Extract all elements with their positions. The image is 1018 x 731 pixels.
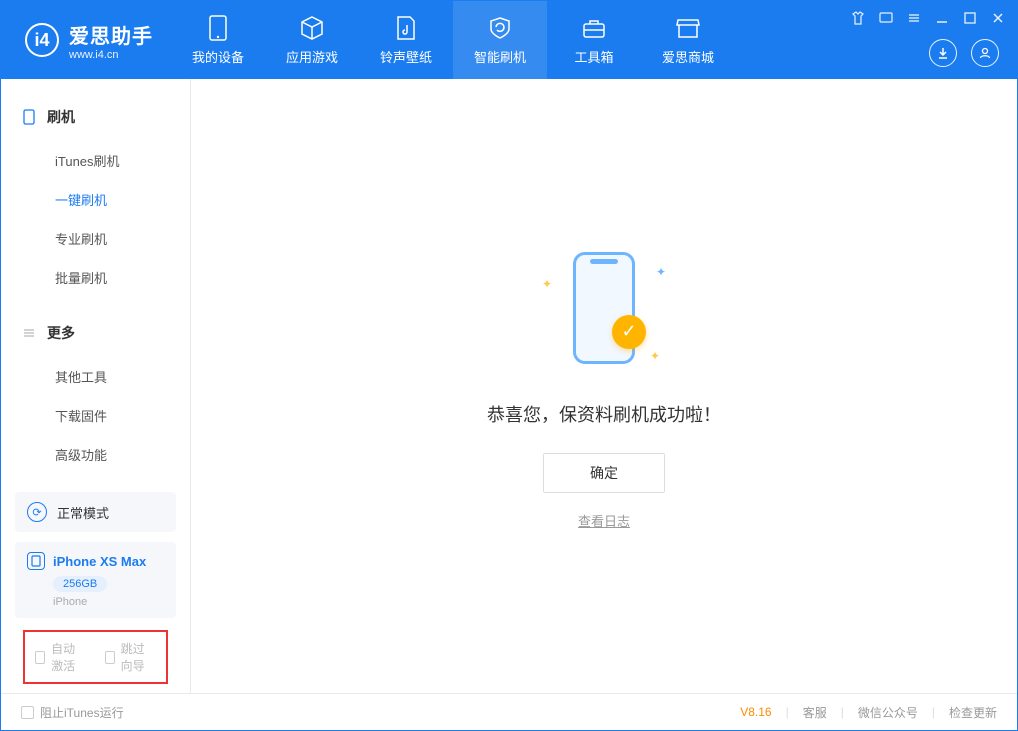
close-button[interactable] bbox=[989, 9, 1007, 27]
device-phone-icon bbox=[27, 552, 45, 570]
sidebar-item-advanced[interactable]: 高级功能 bbox=[1, 435, 190, 474]
footer-link-support[interactable]: 客服 bbox=[803, 704, 827, 721]
toolbox-icon bbox=[581, 15, 607, 41]
store-icon bbox=[675, 15, 701, 41]
sidebar-group-flash: 刷机 bbox=[1, 99, 190, 135]
success-message: 恭喜您，保资料刷机成功啦！ bbox=[487, 401, 721, 427]
separator: | bbox=[841, 705, 844, 719]
sidebar-item-oneclick-flash[interactable]: 一键刷机 bbox=[1, 180, 190, 219]
highlighted-checkbox-row: 自动激活 跳过向导 bbox=[23, 630, 168, 684]
header-action-icons bbox=[929, 39, 999, 67]
nav-label: 智能刷机 bbox=[474, 47, 526, 66]
footer-link-update[interactable]: 检查更新 bbox=[949, 704, 997, 721]
sidebar-item-itunes-flash[interactable]: iTunes刷机 bbox=[1, 141, 190, 180]
sidebar-item-pro-flash[interactable]: 专业刷机 bbox=[1, 219, 190, 258]
user-icon[interactable] bbox=[971, 39, 999, 67]
checkbox-label: 跳过向导 bbox=[121, 640, 156, 674]
nav-label: 我的设备 bbox=[192, 47, 244, 66]
checkbox-auto-activate[interactable]: 自动激活 bbox=[35, 640, 87, 674]
nav-toolbox[interactable]: 工具箱 bbox=[547, 1, 641, 79]
mode-icon: ⟳ bbox=[27, 502, 47, 522]
success-illustration: ✦✦✦ ✓ bbox=[534, 243, 674, 373]
nav-label: 铃声壁纸 bbox=[380, 47, 432, 66]
nav-store[interactable]: 爱思商城 bbox=[641, 1, 735, 79]
window-controls bbox=[849, 9, 1007, 27]
nav-smart-flash[interactable]: 智能刷机 bbox=[453, 1, 547, 79]
nav-label: 应用游戏 bbox=[286, 47, 338, 66]
sidebar: 刷机 iTunes刷机 一键刷机 专业刷机 批量刷机 更多 其他工具 下载固件 … bbox=[1, 79, 191, 693]
menu-icon[interactable] bbox=[905, 9, 923, 27]
app-name-cn: 爱思助手 bbox=[69, 20, 153, 49]
footer-link-wechat[interactable]: 微信公众号 bbox=[858, 704, 918, 721]
nav-label: 工具箱 bbox=[574, 47, 613, 66]
shirt-icon[interactable] bbox=[849, 9, 867, 27]
checkbox-box bbox=[35, 651, 45, 664]
checkbox-label: 自动激活 bbox=[51, 640, 86, 674]
list-icon bbox=[21, 325, 37, 341]
download-icon[interactable] bbox=[929, 39, 957, 67]
group-title-label: 刷机 bbox=[47, 107, 75, 127]
view-log-link[interactable]: 查看日志 bbox=[578, 511, 630, 530]
checkbox-block-itunes[interactable]: 阻止iTunes运行 bbox=[21, 704, 124, 721]
music-file-icon bbox=[393, 15, 419, 41]
nav-label: 爱思商城 bbox=[662, 47, 714, 66]
main-content: ✦✦✦ ✓ 恭喜您，保资料刷机成功啦！ 确定 查看日志 bbox=[191, 79, 1017, 693]
storage-badge: 256GB bbox=[53, 576, 107, 592]
group-title-label: 更多 bbox=[47, 323, 75, 343]
cube-icon bbox=[299, 15, 325, 41]
separator: | bbox=[786, 705, 789, 719]
device-icon bbox=[21, 109, 37, 125]
checkmark-badge-icon: ✓ bbox=[612, 315, 646, 349]
maximize-button[interactable] bbox=[961, 9, 979, 27]
minimize-button[interactable] bbox=[933, 9, 951, 27]
nav-ringtone-wallpaper[interactable]: 铃声壁纸 bbox=[359, 1, 453, 79]
device-card[interactable]: iPhone XS Max 256GB iPhone bbox=[15, 542, 176, 618]
separator: | bbox=[932, 705, 935, 719]
sidebar-item-download-firmware[interactable]: 下载固件 bbox=[1, 396, 190, 435]
app-name-en: www.i4.cn bbox=[69, 49, 153, 61]
nav-apps-games[interactable]: 应用游戏 bbox=[265, 1, 359, 79]
checkbox-skip-guide[interactable]: 跳过向导 bbox=[105, 640, 157, 674]
sidebar-group-more: 更多 bbox=[1, 315, 190, 351]
checkbox-box bbox=[21, 706, 34, 719]
checkbox-label: 阻止iTunes运行 bbox=[40, 704, 124, 721]
app-header: i4 爱思助手 www.i4.cn 我的设备 应用游戏 铃声壁纸 智能刷机 工具… bbox=[1, 1, 1017, 79]
mode-label: 正常模式 bbox=[57, 503, 109, 522]
sidebar-item-batch-flash[interactable]: 批量刷机 bbox=[1, 258, 190, 297]
checkbox-box bbox=[105, 651, 115, 664]
main-nav: 我的设备 应用游戏 铃声壁纸 智能刷机 工具箱 爱思商城 bbox=[171, 1, 735, 79]
status-bar: 阻止iTunes运行 V8.16 | 客服 | 微信公众号 | 检查更新 bbox=[1, 693, 1017, 730]
feedback-icon[interactable] bbox=[877, 9, 895, 27]
nav-my-device[interactable]: 我的设备 bbox=[171, 1, 265, 79]
device-type: iPhone bbox=[53, 596, 164, 608]
sidebar-item-other-tools[interactable]: 其他工具 bbox=[1, 357, 190, 396]
refresh-shield-icon bbox=[487, 15, 513, 41]
logo-icon: i4 bbox=[25, 23, 59, 57]
ok-button[interactable]: 确定 bbox=[543, 453, 665, 493]
phone-icon bbox=[205, 15, 231, 41]
version-label: V8.16 bbox=[740, 705, 771, 719]
mode-card[interactable]: ⟳ 正常模式 bbox=[15, 492, 176, 532]
app-logo: i4 爱思助手 www.i4.cn bbox=[1, 1, 171, 79]
device-name: iPhone XS Max bbox=[53, 554, 146, 569]
